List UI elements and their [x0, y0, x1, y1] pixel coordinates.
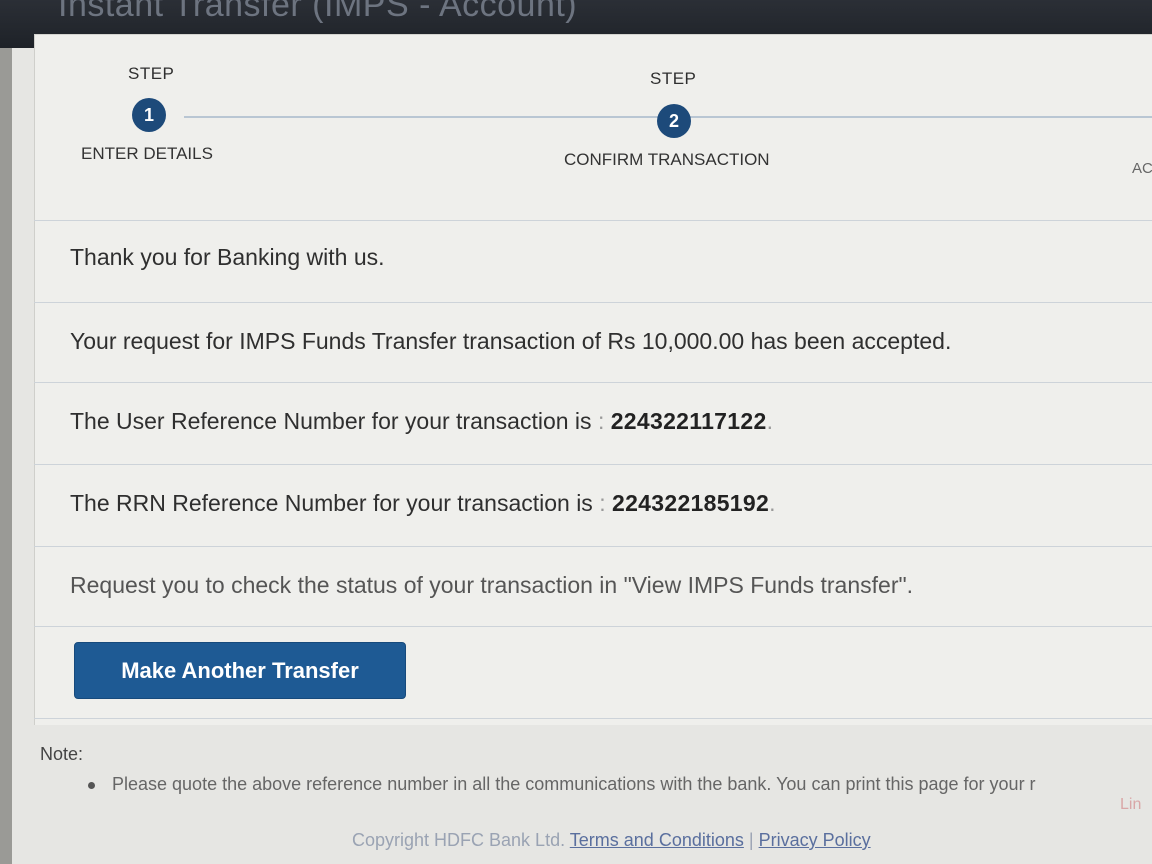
period: .: [766, 408, 773, 434]
rrn-reference-label: The RRN Reference Number for your transa…: [70, 490, 593, 516]
step-1-name: ENTER DETAILS: [81, 144, 213, 163]
accepted-message: Your request for IMPS Funds Transfer tra…: [70, 328, 952, 354]
divider: [34, 302, 1152, 303]
divider: [34, 718, 1152, 719]
bullet-icon: [88, 782, 95, 789]
user-reference-label: The User Reference Number for your trans…: [70, 408, 592, 434]
check-status-message: Request you to check the status of your …: [70, 572, 914, 598]
rrn-reference-number: 224322185192: [611, 490, 770, 516]
terms-link[interactable]: Terms and Conditions: [570, 830, 744, 850]
step-2-circle: 2: [657, 104, 691, 138]
step-1-label: STEP: [128, 64, 175, 83]
note-label: Note:: [40, 744, 84, 764]
footer-pipe: |: [748, 830, 754, 850]
make-another-transfer-button[interactable]: Make Another Transfer: [74, 642, 406, 699]
footer: Copyright HDFC Bank Ltd. Terms and Condi…: [352, 830, 871, 851]
divider: [34, 546, 1152, 547]
user-reference-row: The User Reference Number for your trans…: [70, 408, 773, 435]
divider: [34, 626, 1152, 627]
divider: [34, 382, 1152, 383]
step-2-name: CONFIRM TRANSACTION: [564, 150, 770, 169]
period: .: [769, 490, 776, 516]
thanks-message: Thank you for Banking with us.: [70, 244, 385, 270]
separator: :: [597, 408, 605, 434]
divider: [34, 220, 1152, 221]
copyright-text: Copyright HDFC Bank Ltd.: [352, 830, 566, 850]
privacy-link[interactable]: Privacy Policy: [759, 830, 871, 850]
step-2-label: STEP: [650, 69, 697, 88]
step-1-circle: 1: [132, 98, 166, 132]
divider: [34, 464, 1152, 465]
note-item: Please quote the above reference number …: [112, 774, 1036, 794]
rrn-reference-row: The RRN Reference Number for your transa…: [70, 490, 775, 517]
progress-steps: STEP 1 ENTER DETAILS STEP 2 CONFIRM TRAN…: [34, 34, 1152, 220]
separator: :: [599, 490, 606, 516]
side-link-partial[interactable]: Lin: [1120, 796, 1141, 814]
screen-edge: [0, 48, 12, 864]
step-3-name-partial: AC: [1132, 160, 1152, 177]
user-reference-number: 224322117122: [610, 408, 767, 434]
window-title: Instant Transfer (IMPS - Account): [58, 0, 578, 24]
